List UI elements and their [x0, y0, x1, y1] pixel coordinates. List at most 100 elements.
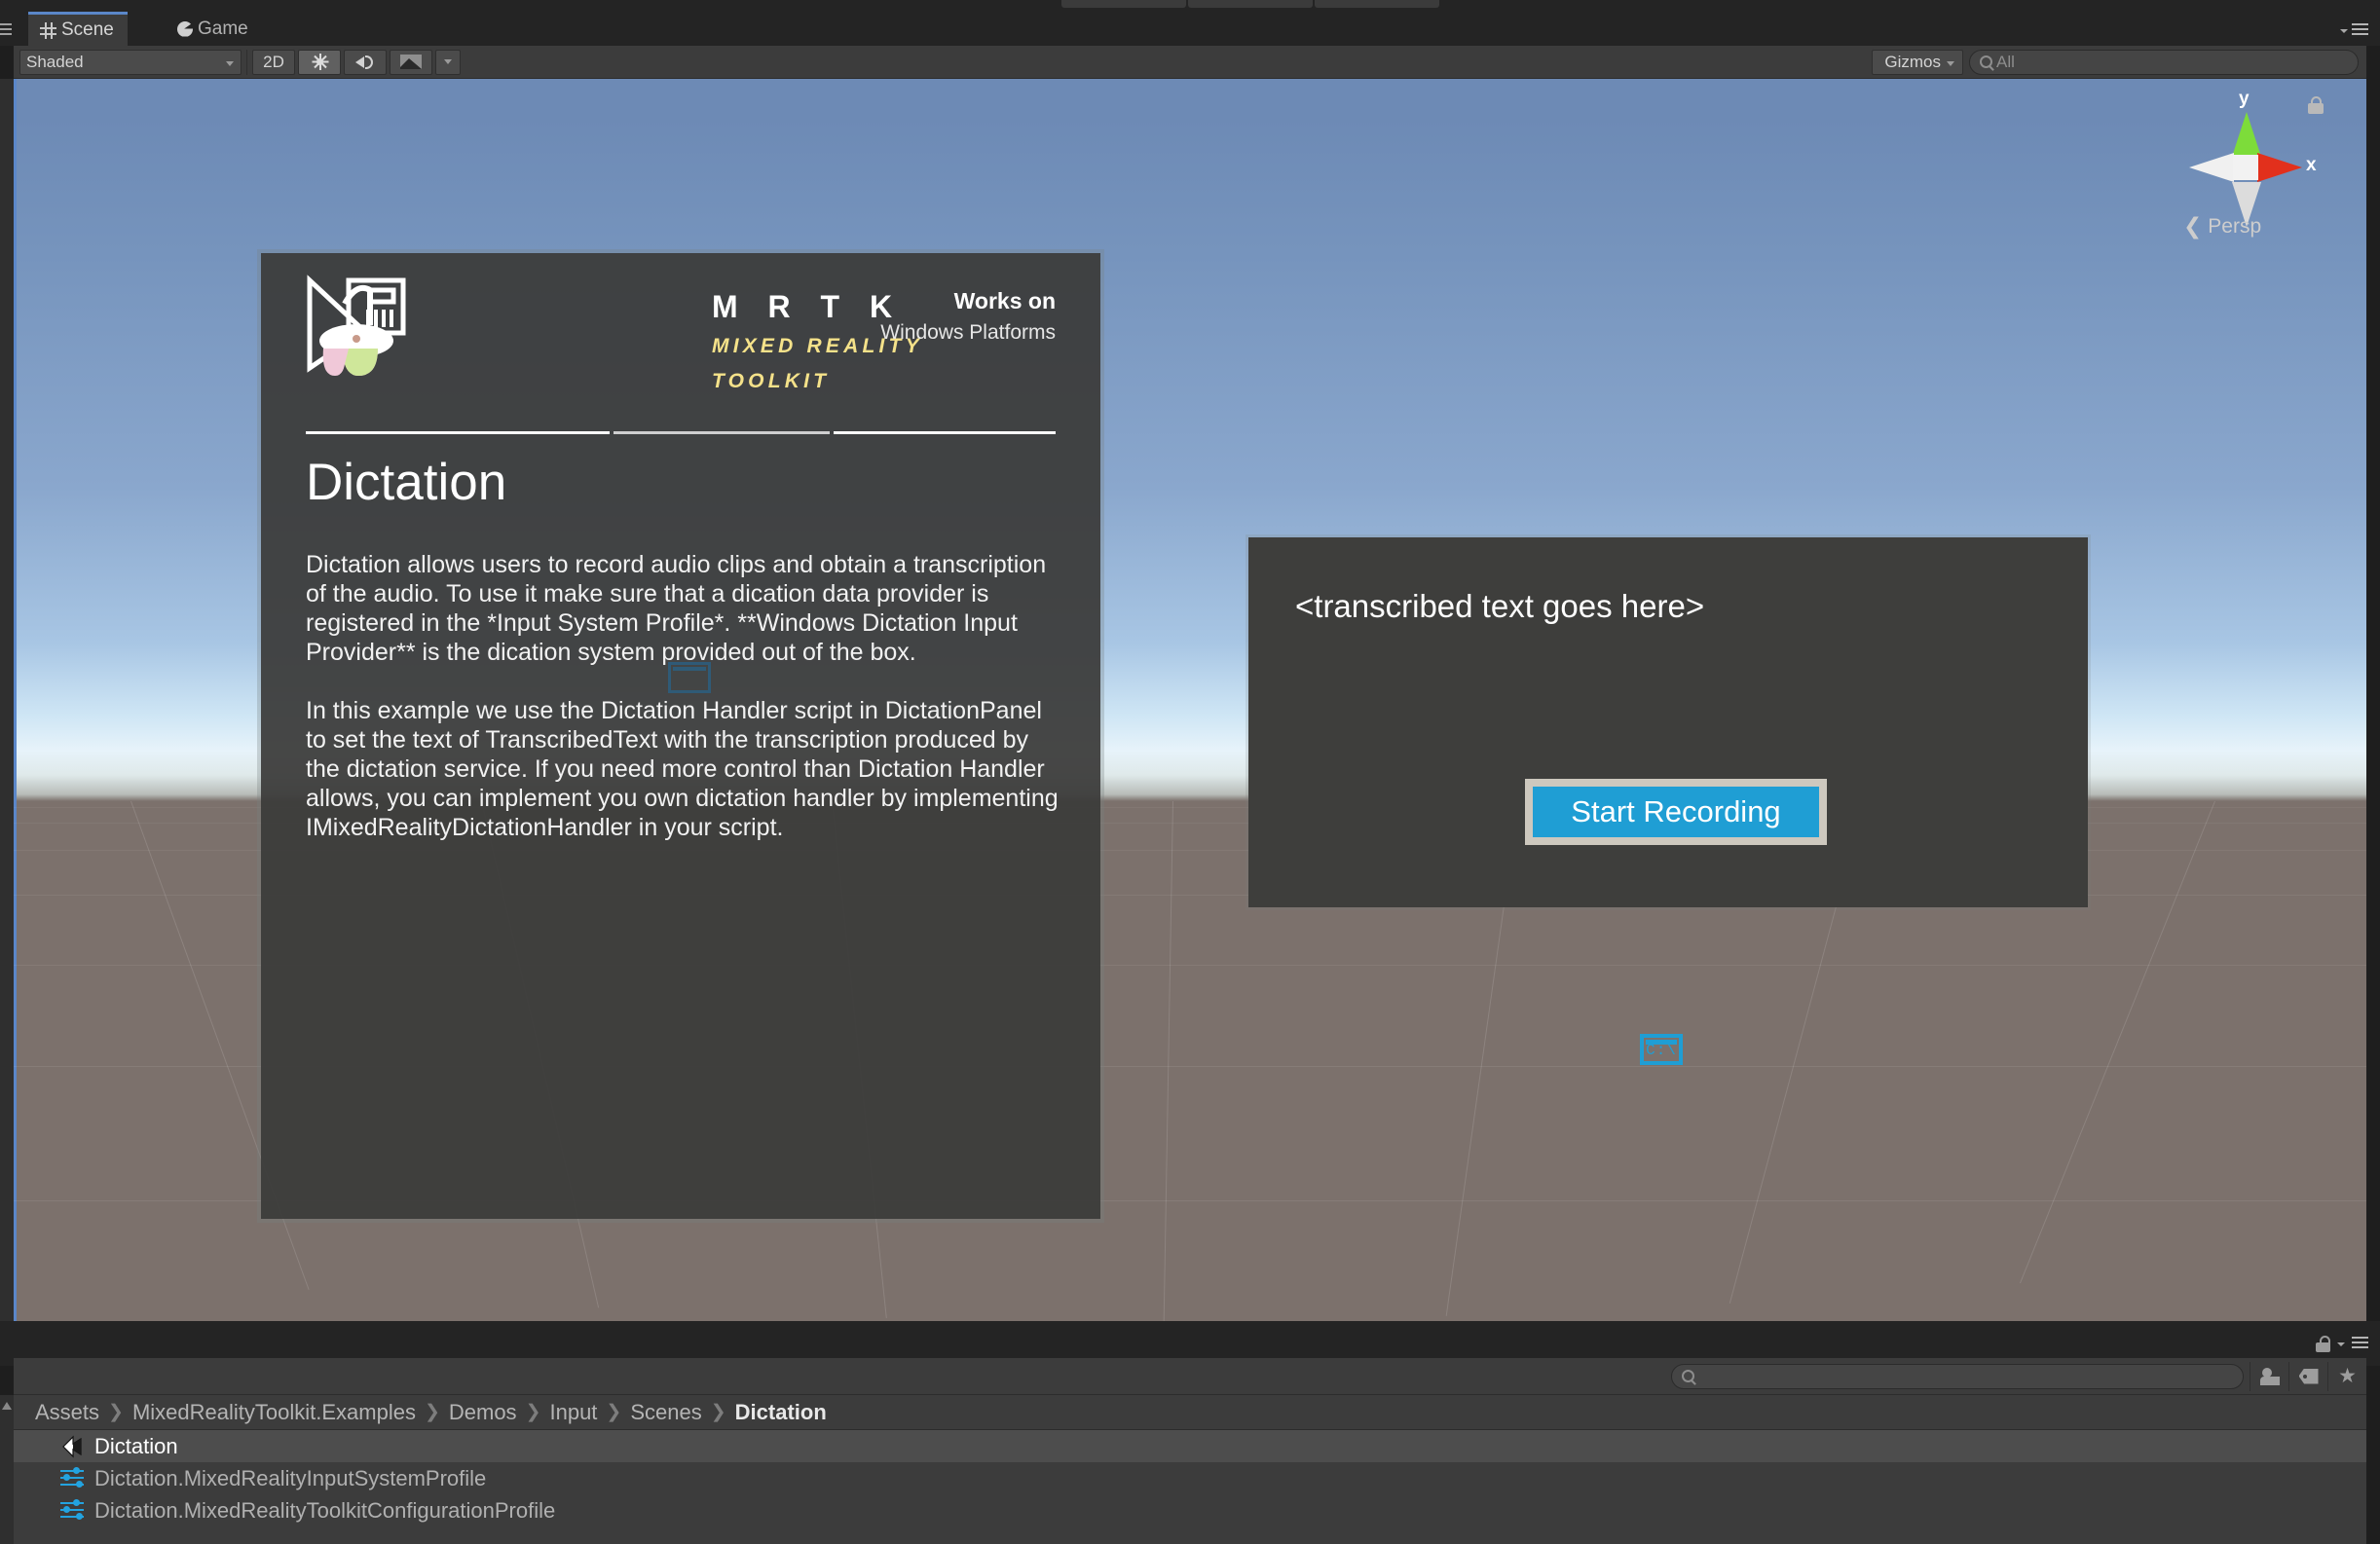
list-item[interactable]: Dictation — [14, 1430, 2366, 1462]
breadcrumb-item-assets[interactable]: Assets — [35, 1400, 99, 1425]
projection-label: Persp — [2208, 214, 2262, 238]
grid-icon — [40, 21, 56, 39]
pacman-icon — [177, 20, 193, 37]
image-effects-icon — [400, 55, 422, 69]
gizmos-dropdown[interactable]: Gizmos — [1872, 49, 1963, 75]
console-gizmo-label: C:\ — [1646, 1042, 1677, 1059]
project-search-input[interactable] — [1671, 1363, 2244, 1389]
chevron-right-icon: ❯ — [525, 1402, 541, 1422]
scene-viewport[interactable]: y x ❮ Persp M R T K MIXED REALITY TOOLKI… — [14, 79, 2366, 1321]
page-title: Dictation — [306, 454, 507, 511]
list-item[interactable]: Dictation.MixedRealityInputSystemProfile — [14, 1462, 2366, 1494]
project-browser-toolbar: ★ — [14, 1358, 2366, 1395]
list-item-label: Dictation.MixedRealityInputSystemProfile — [94, 1465, 487, 1490]
filter-by-type-button[interactable] — [2250, 1361, 2288, 1391]
chevron-down-icon — [2340, 28, 2348, 33]
toggle-fx-button[interactable] — [390, 49, 432, 75]
top-toolbar-button[interactable] — [1188, 0, 1313, 8]
project-panel-controls — [2316, 1336, 2368, 1352]
gizmo-axis-x-negative-cone[interactable] — [2189, 153, 2234, 182]
gizmos-label: Gizmos — [1884, 52, 1941, 71]
divider — [246, 49, 247, 75]
unity-scene-icon — [62, 1435, 82, 1457]
breadcrumb-item-mixedrealitytoolkit-examples[interactable]: MixedRealityToolkit.Examples — [132, 1400, 416, 1425]
console-gizmo-icon[interactable]: C:\ — [1640, 1034, 1683, 1065]
gizmo-center-cube[interactable] — [2233, 155, 2258, 180]
chevron-right-icon: ❯ — [108, 1402, 124, 1422]
mrtk-hololens-icon — [307, 275, 406, 376]
top-toolbar-button[interactable] — [1061, 0, 1186, 8]
unlocked-padlock-icon[interactable] — [2308, 96, 2324, 114]
filter-by-label-button[interactable] — [2288, 1361, 2327, 1391]
list-item-label: Dictation.MixedRealityToolkitConfigurati… — [94, 1497, 556, 1523]
window-menu-icon[interactable] — [0, 23, 12, 35]
mode-2d-label: 2D — [263, 52, 284, 71]
speaker-icon — [355, 55, 375, 70]
hamburger-icon — [2352, 23, 2368, 38]
people-icon — [2259, 1367, 2280, 1385]
description-paragraph-1: Dictation allows users to record audio c… — [306, 551, 1047, 666]
scene-panel-menu-button[interactable] — [2340, 23, 2368, 38]
unlocked-padlock-icon[interactable] — [2316, 1336, 2330, 1352]
toggle-audio-button[interactable] — [344, 49, 387, 75]
collapse-arrow-icon[interactable] — [2, 1402, 12, 1410]
project-browser-left-rail — [0, 1395, 14, 1544]
dictation-output-panel[interactable]: <transcribed text goes here> — [1248, 537, 2088, 907]
draw-mode-dropdown[interactable]: Shaded — [19, 49, 242, 75]
sun-icon — [312, 54, 328, 70]
chevron-right-icon: ❯ — [606, 1402, 622, 1422]
platform-label: Windows Platforms — [880, 321, 1056, 344]
profile-sliders-icon — [60, 1466, 84, 1489]
description-paragraph-2: In this example we use the Dictation Han… — [306, 697, 1059, 841]
unity-editor-window: Scene Game Shaded 2D Gizmos All y x ❮ Pe… — [0, 0, 2380, 1544]
mrtk-panel-header: M R T K MIXED REALITY TOOLKIT Works on W… — [261, 253, 1100, 423]
scene-search-value: All — [1996, 52, 2015, 71]
console-gizmo-occluded-icon — [668, 662, 711, 693]
tab-game[interactable]: Game — [166, 12, 262, 46]
scene-search-input[interactable]: All — [1969, 49, 2359, 75]
list-item-label: Dictation — [94, 1433, 178, 1458]
tab-scene-label: Scene — [61, 19, 114, 40]
mrtk-brand-line3: TOOLKIT — [712, 370, 831, 392]
list-item[interactable]: Dictation.MixedRealityToolkitConfigurati… — [14, 1494, 2366, 1526]
top-toolbar-button[interactable] — [1315, 0, 1439, 8]
breadcrumb-item-dictation[interactable]: Dictation — [735, 1400, 827, 1425]
breadcrumb-item-demos[interactable]: Demos — [449, 1400, 517, 1425]
toggle-lighting-button[interactable] — [298, 49, 341, 75]
panel-tabbar — [0, 12, 2380, 46]
gizmo-axis-y-cone[interactable] — [2232, 112, 2261, 157]
chevron-left-icon: ❮ — [2183, 213, 2203, 239]
top-toolbar-buttons — [1061, 0, 1439, 8]
mrtk-info-panel[interactable]: M R T K MIXED REALITY TOOLKIT Works on W… — [261, 253, 1100, 1219]
breadcrumb-item-scenes[interactable]: Scenes — [630, 1400, 701, 1425]
projection-toggle[interactable]: ❮ Persp — [2183, 213, 2261, 239]
chevron-right-icon: ❯ — [424, 1402, 440, 1422]
asset-list: Dictation Dictation.MixedRealityInputSys… — [14, 1430, 2366, 1544]
transcribed-text: <transcribed text goes here> — [1295, 588, 1705, 624]
favorites-button[interactable]: ★ — [2327, 1361, 2366, 1391]
toggle-2d-button[interactable]: 2D — [252, 49, 295, 75]
start-recording-button[interactable]: Start Recording — [1525, 779, 1827, 845]
chevron-down-icon — [2337, 1342, 2345, 1346]
mrtk-brand-title: M R T K — [712, 289, 904, 324]
chevron-right-icon: ❯ — [710, 1402, 726, 1422]
scene-orientation-gizmo[interactable]: y x ❮ Persp — [2162, 89, 2327, 246]
gizmo-axis-y-label: y — [2239, 89, 2250, 109]
chevron-down-icon — [1947, 60, 1954, 66]
tab-scene[interactable]: Scene — [28, 12, 128, 46]
gizmo-axis-x-cone[interactable] — [2257, 153, 2302, 182]
breadcrumb: Assets ❯ MixedRealityToolkit.Examples ❯ … — [14, 1395, 2366, 1430]
profile-sliders-icon — [60, 1498, 84, 1522]
chevron-down-icon — [226, 60, 234, 66]
gizmo-axis-x-label: x — [2306, 155, 2317, 175]
label-tag-icon — [2298, 1368, 2319, 1384]
tab-game-label: Game — [198, 18, 248, 39]
breadcrumb-item-input[interactable]: Input — [549, 1400, 597, 1425]
draw-mode-value: Shaded — [26, 52, 84, 71]
works-on-label: Works on — [953, 288, 1056, 313]
favorite-star-icon: ★ — [2338, 1365, 2357, 1387]
fx-dropdown-button[interactable] — [435, 49, 461, 75]
scene-toolbar: Shaded 2D Gizmos All — [14, 46, 2366, 79]
start-recording-label: Start Recording — [1571, 794, 1781, 828]
hamburger-icon[interactable] — [2352, 1337, 2368, 1351]
